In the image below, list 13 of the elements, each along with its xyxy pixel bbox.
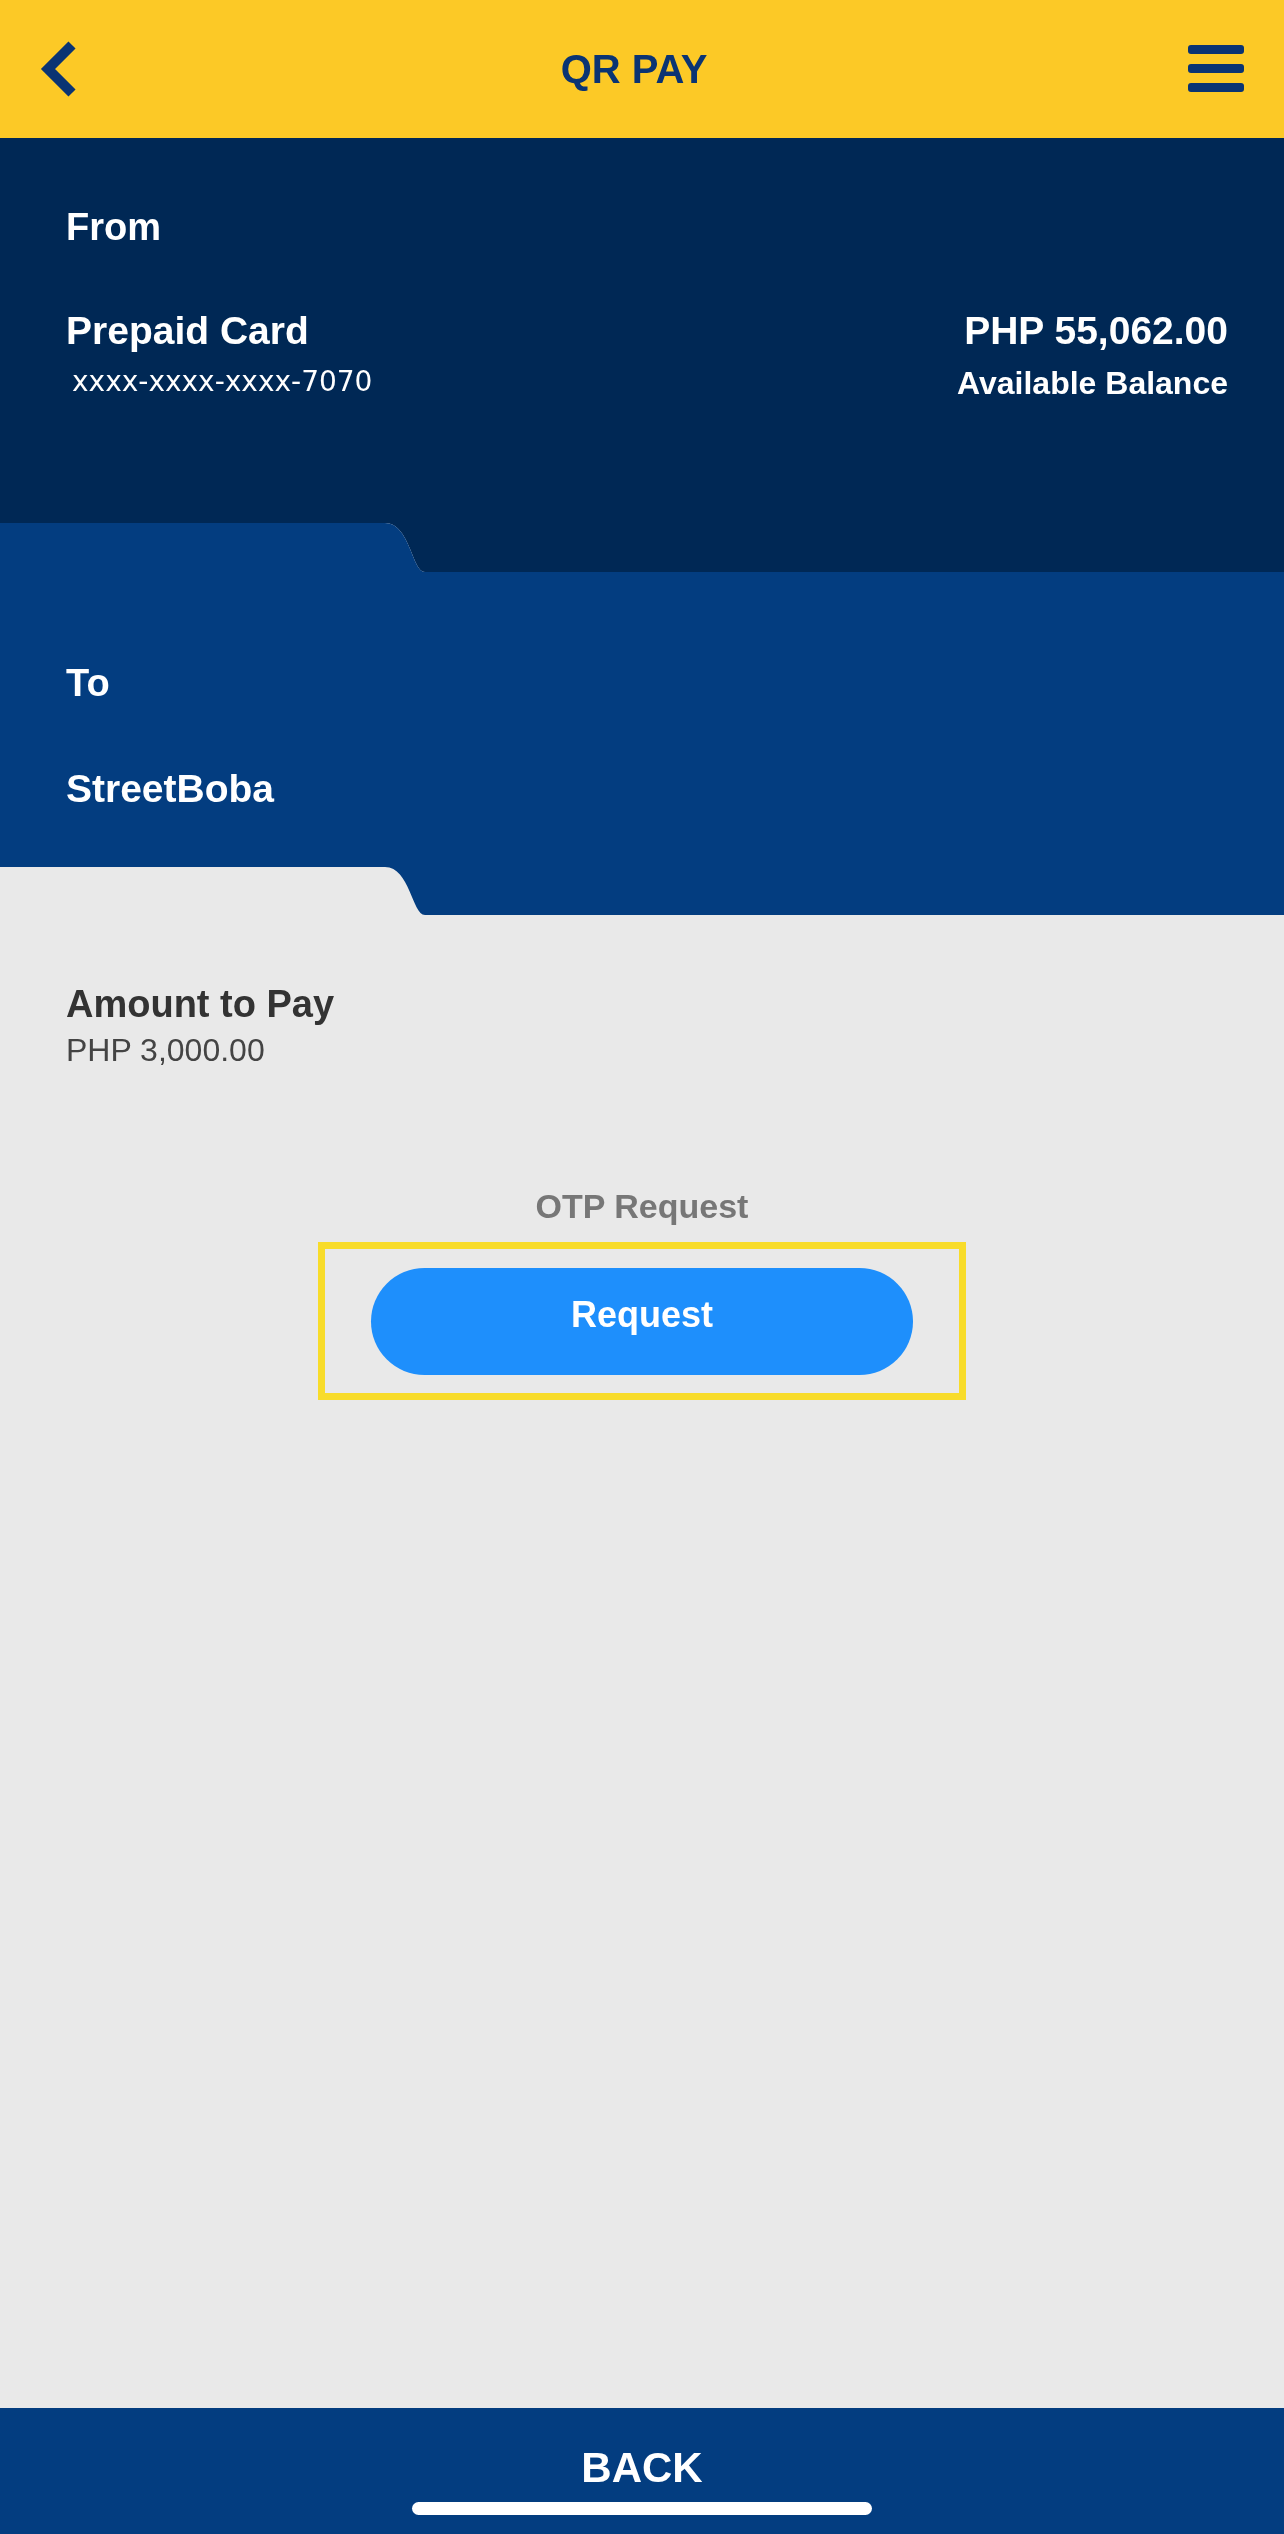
back-button[interactable]: BACK <box>581 2444 703 2492</box>
to-label: To <box>66 662 111 705</box>
otp-label: OTP Request <box>535 1187 749 1226</box>
balance-amount: PHP 55,062.00 <box>964 309 1228 353</box>
menu-icon[interactable] <box>1188 45 1244 93</box>
amount-value: PHP 3,000.00 <box>66 1032 265 1069</box>
merchant-name: StreetBoba <box>66 767 276 811</box>
account-name: Prepaid Card <box>66 309 310 353</box>
from-label: From <box>66 206 162 249</box>
account-number: xxxx-xxxx-xxxx-7070 <box>71 365 373 398</box>
page-title: QR PAY <box>560 46 708 92</box>
balance-label: Available Balance <box>957 365 1228 402</box>
amount-label: Amount to Pay <box>66 983 335 1026</box>
